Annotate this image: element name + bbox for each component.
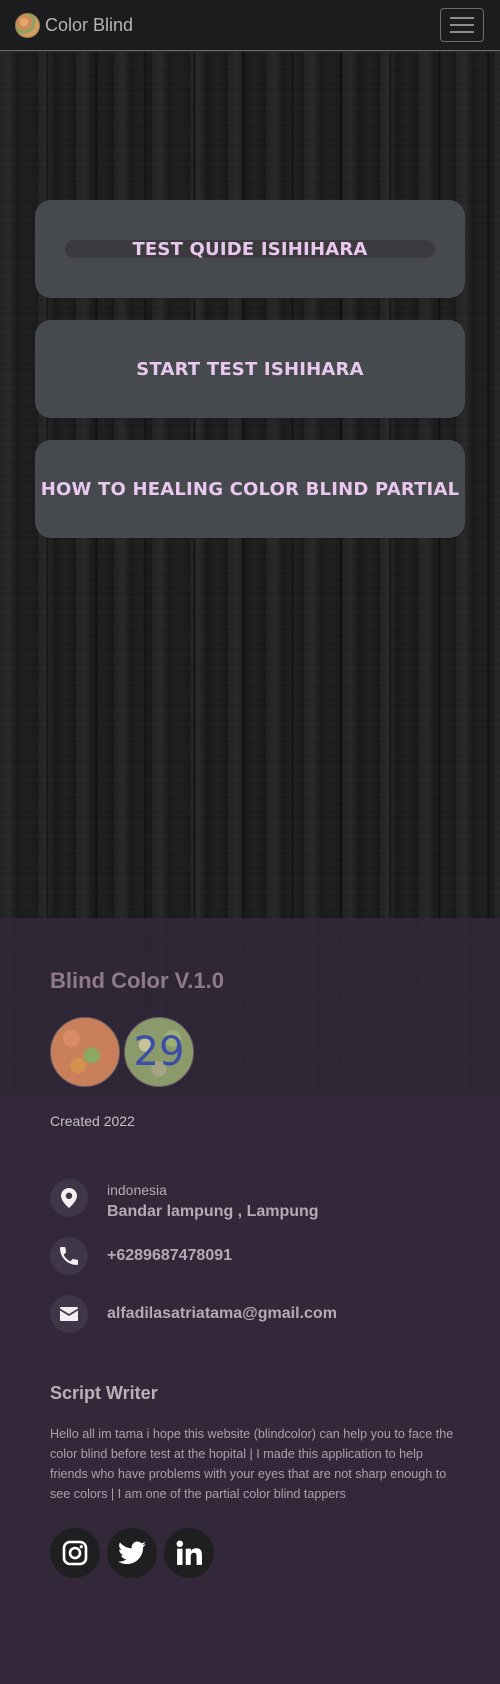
brand-text: Color Blind <box>45 14 134 35</box>
location-country: indonesia <box>107 1182 167 1198</box>
healing-guide-label: HOW TO HEALING COLOR BLIND PARTIAL <box>40 478 460 500</box>
phone-icon <box>50 1237 88 1275</box>
script-writer-heading: Script Writer <box>50 1383 158 1403</box>
ishihara-plate-image <box>50 1017 120 1087</box>
navbar: Color Blind <box>0 0 500 51</box>
test-guide-label: TEST QUIDE ISIHIHARA <box>132 238 368 260</box>
email-address[interactable]: alfadilasatriatama@gmail.com <box>107 1305 337 1323</box>
twitter-link[interactable] <box>107 1528 157 1578</box>
start-test-button[interactable]: START TEST ISHIHARA <box>35 320 465 418</box>
location-pin-icon <box>50 1179 88 1217</box>
location-city: Bandar lampung , Lampung <box>107 1203 319 1220</box>
hamburger-menu-button[interactable] <box>440 8 484 42</box>
instagram-icon <box>62 1540 88 1566</box>
healing-guide-button[interactable]: HOW TO HEALING COLOR BLIND PARTIAL <box>35 440 465 538</box>
plate-number: 29 <box>133 1029 185 1075</box>
ishihara-plate-29-image: 29 <box>124 1017 194 1087</box>
script-writer-text: Hello all im tama i hope this website (b… <box>50 1427 454 1501</box>
linkedin-link[interactable] <box>164 1528 214 1578</box>
ishihara-plate-icon <box>15 12 40 38</box>
start-test-label: START TEST ISHIHARA <box>136 358 364 380</box>
phone-number[interactable]: +6289687478091 <box>107 1247 232 1265</box>
brand-link[interactable]: Color Blind <box>15 12 134 38</box>
twitter-icon <box>118 1541 146 1565</box>
test-guide-button[interactable]: TEST QUIDE ISIHIHARA <box>35 200 465 298</box>
created-text: Created 2022 <box>50 1113 135 1129</box>
envelope-icon <box>50 1295 88 1333</box>
linkedin-icon <box>176 1540 202 1565</box>
instagram-link[interactable] <box>50 1528 100 1578</box>
hamburger-menu-icon <box>450 17 474 33</box>
footer-title: Blind Color V.1.0 <box>50 968 225 993</box>
